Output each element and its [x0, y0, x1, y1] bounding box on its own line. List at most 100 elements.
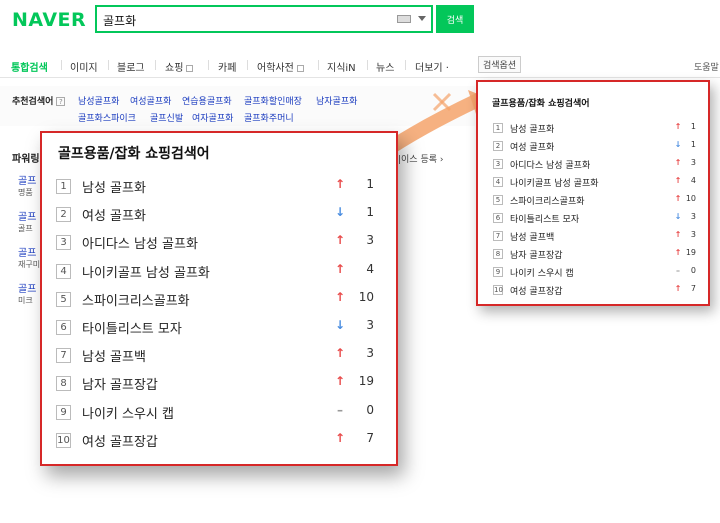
ranking-item[interactable]: 4 나이키골프 남성 골프화 ↑ 4	[42, 258, 396, 286]
ranking-item[interactable]: 6 타이틀리스트 모자 ↓ 3	[42, 314, 396, 342]
related-link[interactable]: 여성골프화	[130, 94, 171, 107]
tab-blog[interactable]: 블로그	[117, 59, 145, 74]
help-link[interactable]: 도움말	[694, 60, 719, 73]
related-link[interactable]: 연습용골프화	[182, 94, 232, 107]
keyword-link[interactable]: 아디다스 남성 골프화	[82, 233, 198, 252]
trend-up-icon: ↑	[334, 261, 346, 276]
related-link[interactable]: 여자골프화	[192, 111, 233, 124]
ranking-item[interactable]: 2 여성 골프화 ↓ 1	[42, 201, 396, 229]
search-box[interactable]	[95, 5, 433, 33]
ranking-item[interactable]: 8 남자 골프장갑 ↑ 19	[478, 246, 708, 264]
tab-divider	[367, 60, 368, 70]
search-input[interactable]	[103, 10, 383, 30]
ad-desc: 미크	[18, 296, 33, 305]
keyword-link[interactable]: 여성 골프장갑	[82, 431, 158, 450]
help-icon[interactable]: ?	[56, 97, 66, 106]
external-icon	[186, 64, 194, 72]
keyword-link[interactable]: 여성 골프장갑	[510, 284, 563, 297]
trend-same-icon: –	[676, 266, 680, 275]
keyword-link[interactable]: 나이키 스우시 캡	[510, 266, 574, 279]
rank-change: 1	[366, 177, 374, 191]
trend-up-icon: ↑	[674, 122, 682, 131]
rank-change: 3	[690, 212, 696, 221]
tab-all[interactable]: 통합검색	[11, 59, 48, 74]
rank-number: 3	[56, 235, 71, 251]
search-options-button[interactable]: 검색옵션	[478, 56, 522, 73]
ranking-item[interactable]: 7 남성 골프백 ↑ 3	[42, 342, 396, 370]
tab-shopping-label: 쇼핑	[165, 63, 184, 74]
keyword-link[interactable]: 여성 골프화	[510, 140, 554, 153]
keyword-link[interactable]: 남성 골프화	[82, 177, 146, 196]
ad-desc: 재구미	[18, 260, 41, 269]
keyword-link[interactable]: 남성 골프백	[82, 346, 146, 365]
ranking-item[interactable]: 5 스파이크리스골프화 ↑ 10	[42, 286, 396, 314]
keyword-link[interactable]: 타이틀리스트 모자	[82, 318, 182, 337]
tab-divider	[405, 60, 406, 70]
ranking-item[interactable]: 5 스파이크리스골프화 ↑ 10	[478, 192, 708, 210]
ad-link[interactable]: 골프	[18, 172, 36, 187]
keyword-link[interactable]: 남자 골프장갑	[82, 374, 158, 393]
ranking-item[interactable]: 9 나이키 스우시 캡 – 0	[478, 264, 708, 282]
tab-divider	[247, 60, 248, 70]
ad-link[interactable]: 골프	[18, 208, 36, 223]
related-link[interactable]: 골프화스파이크	[78, 111, 136, 124]
related-link[interactable]: 남성골프화	[78, 94, 119, 107]
rank-number: 2	[56, 207, 71, 223]
naver-logo[interactable]: NAVER	[12, 9, 86, 31]
trend-up-icon: ↑	[674, 248, 682, 257]
power-link-label: 파워링	[12, 154, 40, 165]
keyword-link[interactable]: 나이키골프 남성 골프화	[510, 176, 599, 189]
ad-link[interactable]: 골프	[18, 280, 36, 295]
chevron-down-icon[interactable]	[418, 16, 426, 21]
ranking-item[interactable]: 10 여성 골프장갑 ↑ 7	[478, 282, 708, 300]
rank-number: 1	[493, 123, 503, 133]
more-caret-icon: ·	[445, 63, 449, 74]
ranking-item[interactable]: 1 남성 골프화 ↑ 1	[42, 173, 396, 201]
rank-change: 1	[366, 205, 374, 220]
ranking-item[interactable]: 7 남성 골프백 ↑ 3	[478, 228, 708, 246]
related-link[interactable]: 골프화주머니	[244, 111, 294, 124]
tab-cafe[interactable]: 카페	[218, 59, 236, 74]
rank-number: 1	[56, 179, 71, 194]
rank-change: 1	[690, 140, 696, 149]
tab-shopping[interactable]: 쇼핑	[165, 59, 194, 74]
search-button[interactable]: 검색	[436, 5, 474, 33]
rank-number: 9	[493, 267, 503, 277]
tab-more[interactable]: 더보기 ·	[415, 59, 449, 74]
rank-number: 6	[493, 213, 503, 223]
ad-link[interactable]: 골프	[18, 244, 36, 259]
rank-number: 8	[493, 249, 503, 259]
ranking-item[interactable]: 1 남성 골프화 ↑ 1	[478, 120, 708, 138]
trend-up-icon: ↑	[674, 284, 682, 293]
keyword-link[interactable]: 나이키골프 남성 골프화	[82, 262, 210, 281]
ranking-item[interactable]: 2 여성 골프화 ↓ 1	[478, 138, 708, 156]
related-link[interactable]: 골프화할인매장	[244, 94, 302, 107]
tab-dictionary[interactable]: 어학사전	[257, 59, 304, 74]
ranking-item[interactable]: 10 여성 골프장갑 ↑ 7	[42, 427, 396, 455]
shopping-keyword-panel-zoomed: 골프용품/잡화 쇼핑검색어 1 남성 골프화 ↑ 1 2 여성 골프화 ↓ 1 3 아디다스 남성…	[40, 131, 398, 466]
keyword-link[interactable]: 스파이크리스골프화	[82, 290, 190, 309]
ranking-item[interactable]: 3 아디다스 남성 골프화 ↑ 3	[478, 156, 708, 174]
keyword-link[interactable]: 스파이크리스골프화	[510, 194, 585, 207]
tab-images[interactable]: 이미지	[70, 59, 98, 74]
keyboard-icon[interactable]	[397, 15, 411, 23]
tab-news[interactable]: 뉴스	[376, 59, 394, 74]
related-link[interactable]: 남자골프화	[316, 94, 357, 107]
keyword-link[interactable]: 남자 골프장갑	[510, 248, 563, 261]
shopping-keyword-panel-original: 골프용품/잡화 쇼핑검색어 1 남성 골프화 ↑ 1 2 여성 골프화 ↓ 1 3 아디다스 남성…	[476, 80, 710, 306]
keyword-link[interactable]: 여성 골프화	[82, 205, 146, 224]
ranking-item[interactable]: 3 아디다스 남성 골프화 ↑ 3	[42, 229, 396, 257]
keyword-link[interactable]: 아디다스 남성 골프화	[510, 158, 590, 171]
tab-kin[interactable]: 지식iN	[327, 59, 356, 74]
keyword-link[interactable]: 남성 골프화	[510, 122, 554, 135]
related-link[interactable]: 골프신발	[150, 111, 183, 124]
keyword-link[interactable]: 타이틀리스트 모자	[510, 212, 579, 225]
keyword-link[interactable]: 나이키 스우시 캡	[82, 403, 174, 422]
ranking-item[interactable]: 9 나이키 스우시 캡 – 0	[42, 399, 396, 427]
keyword-link[interactable]: 남성 골프백	[510, 230, 554, 243]
ranking-item[interactable]: 6 타이틀리스트 모자 ↓ 3	[478, 210, 708, 228]
trend-up-icon: ↑	[334, 177, 346, 191]
rank-number: 10	[56, 432, 71, 448]
ranking-item[interactable]: 8 남자 골프장갑 ↑ 19	[42, 370, 396, 398]
ranking-item[interactable]: 4 나이키골프 남성 골프화 ↑ 4	[478, 174, 708, 192]
